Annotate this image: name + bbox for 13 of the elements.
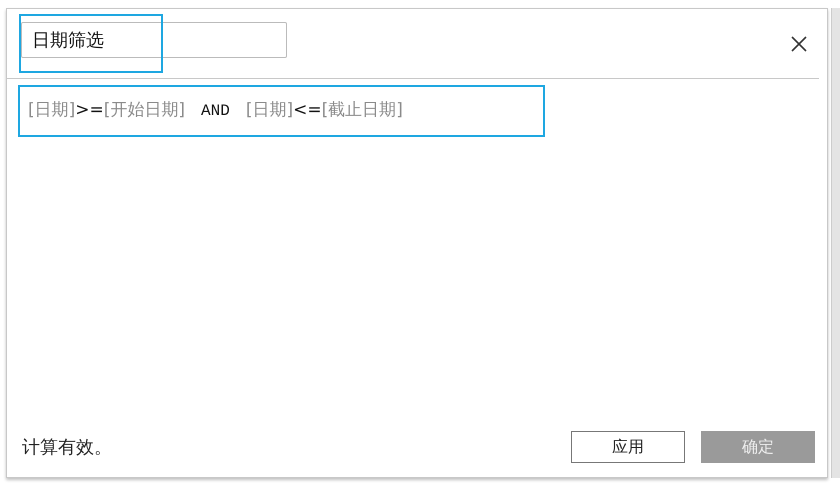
apply-button[interactable]: 应用 bbox=[571, 431, 685, 463]
scrollbar[interactable] bbox=[831, 8, 840, 478]
field-token: [开始日期] bbox=[104, 99, 186, 122]
close-icon bbox=[791, 36, 807, 52]
field-token: [日期] bbox=[246, 99, 294, 122]
status-text: 计算有效。 bbox=[22, 436, 112, 460]
formula-editor[interactable]: [日期]>=[开始日期] AND [日期]<=[截止日期] bbox=[20, 87, 543, 135]
field-token: [日期] bbox=[28, 99, 76, 122]
field-token: [截止日期] bbox=[322, 99, 403, 122]
operator-token: >= bbox=[75, 99, 104, 122]
title-input-field[interactable]: 日期筛选 bbox=[21, 22, 287, 58]
operator-token: <= bbox=[293, 99, 322, 122]
keyword-token: AND bbox=[201, 101, 230, 122]
